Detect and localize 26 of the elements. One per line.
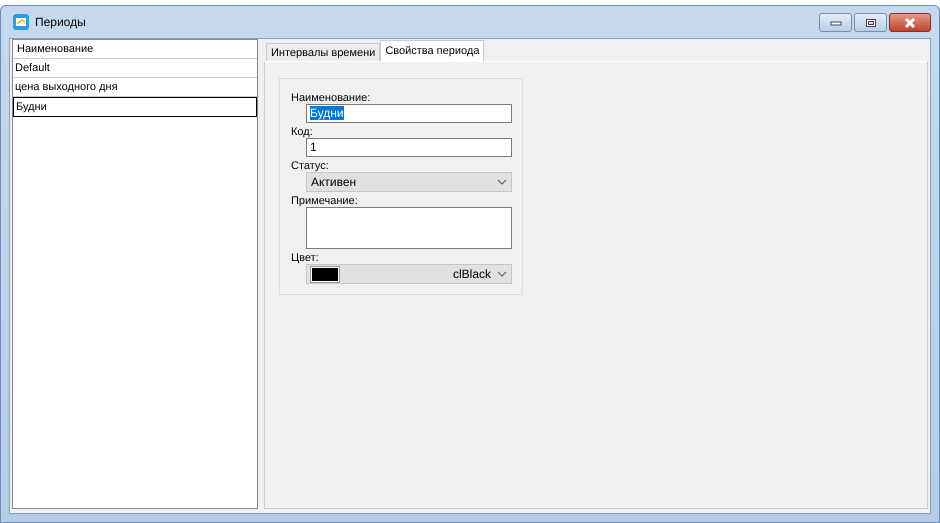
tab[interactable]: Свойства периода (380, 40, 484, 61)
text-area[interactable] (306, 207, 512, 249)
minimize-button[interactable] (819, 13, 852, 32)
chevron-down-icon (497, 271, 507, 277)
chevron-down-icon (497, 179, 507, 185)
minimize-icon (830, 20, 842, 26)
maximize-icon (864, 18, 876, 28)
input-field[interactable]: Будни (306, 104, 512, 123)
field-label: Примечание: (291, 195, 359, 207)
maximize-button[interactable] (854, 13, 887, 32)
tab[interactable]: Интервалы времени (266, 43, 380, 61)
status-dropdown[interactable]: Активен (306, 172, 512, 192)
field-label: Цвет: (291, 252, 320, 264)
list-item[interactable]: Будни (13, 97, 257, 117)
list-item[interactable]: цена выходного дня (13, 78, 257, 97)
column-header: Наименование (13, 40, 257, 59)
app-icon (13, 14, 29, 30)
list-item[interactable]: Default (13, 59, 257, 78)
field-label: Наименование: (291, 92, 372, 104)
input-field[interactable]: 1 (306, 138, 512, 157)
field-label: Код: (291, 126, 314, 138)
close-button[interactable] (889, 13, 931, 32)
field-label: Статус: (291, 160, 330, 172)
color-dropdown[interactable]: clBlack (306, 264, 512, 284)
close-icon (903, 18, 917, 28)
window-title: Периоды (35, 15, 86, 29)
